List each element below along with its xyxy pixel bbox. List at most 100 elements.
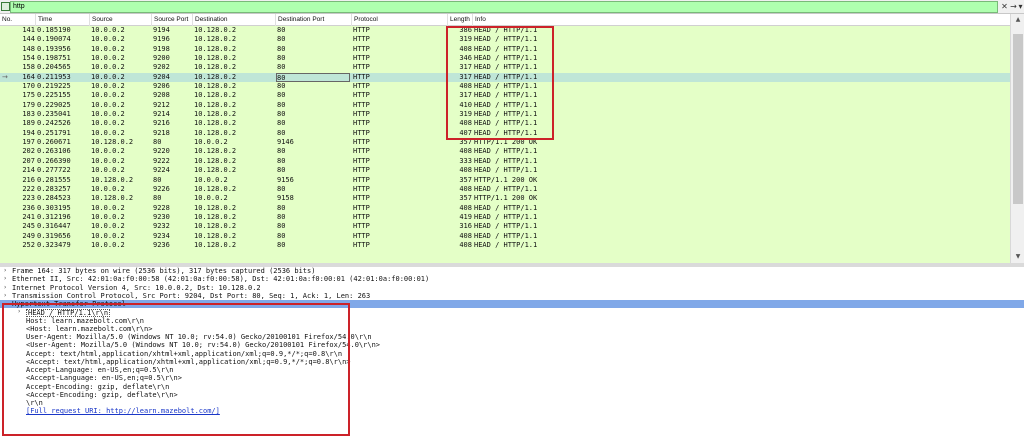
scroll-down-icon[interactable]: ▼: [1011, 251, 1024, 263]
packet-protocol: HTTP: [353, 240, 370, 249]
packet-row[interactable]: 202 0.263106 10.0.0.2 9220 10.128.0.2 80 HTTP 4…: [0, 147, 1010, 156]
detail-row[interactable]: Accept-Encoding: gzip, deflate\r\n: [0, 383, 1024, 391]
packet-row[interactable]: 252 0.323479 10.0.0.2 9236 10.128.0.2 80 HTTP 4…: [0, 241, 1010, 250]
packet-row[interactable]: 170 0.219225 10.0.0.2 9206 10.128.0.2 80 HTTP 4…: [0, 82, 1010, 91]
packet-protocol: HTTP: [353, 26, 370, 34]
packet-row[interactable]: 241 0.312196 10.0.0.2 9230 10.128.0.2 80 HTTP 4…: [0, 213, 1010, 222]
packet-info: HTTP/1.1 200 OK: [474, 175, 538, 184]
packet-source: 10.0.0.2: [91, 35, 125, 44]
expand-arrow-icon[interactable]: ›: [4, 275, 6, 283]
packet-list[interactable]: No. Time Source Source Port Destination …: [0, 14, 1010, 263]
column-header-protocol[interactable]: Protocol: [352, 14, 448, 26]
packet-destination-port: 80: [277, 222, 286, 231]
detail-row[interactable]: <Host: learn.mazebolt.com\r\n>: [0, 325, 1024, 333]
packet-source-port: 9234: [153, 231, 170, 240]
packet-row[interactable]: 223 0.284523 10.128.0.2 80 10.0.0.2 9158 HTTP 3…: [0, 194, 1010, 203]
column-header-no[interactable]: No.: [0, 14, 36, 26]
packet-source-port: 9216: [153, 119, 170, 128]
packet-source-port: 9202: [153, 63, 170, 72]
packet-details-pane[interactable]: › Frame 164: 317 bytes on wire (2536 bits…: [0, 267, 1024, 437]
clear-filter-icon[interactable]: ✕: [1000, 2, 1009, 12]
detail-row[interactable]: › Internet Protocol Version 4, Src: 10.0.…: [0, 284, 1024, 292]
packet-row-selected[interactable]: → 164 0.211953 10.0.0.2 9204 10.128.0.2 80 HTTP…: [0, 72, 1010, 83]
packet-time: 0.235041: [37, 110, 71, 119]
scroll-thumb[interactable]: [1013, 34, 1023, 204]
detail-row[interactable]: Host: learn.mazebolt.com\r\n: [0, 317, 1024, 325]
display-filter-input[interactable]: http: [10, 1, 998, 13]
packet-row[interactable]: 175 0.225155 10.0.0.2 9208 10.128.0.2 80 HTTP 3…: [0, 91, 1010, 100]
detail-row[interactable]: <User-Agent: Mozilla/5.0 (Windows NT 10.…: [0, 341, 1024, 349]
column-header-info[interactable]: Info: [473, 14, 1010, 26]
expand-arrow-icon[interactable]: ›: [18, 308, 20, 316]
detail-row[interactable]: \r\n: [0, 399, 1024, 407]
packet-protocol: HTTP: [353, 44, 370, 53]
packet-row[interactable]: 148 0.193956 10.0.0.2 9198 10.128.0.2 80 HTTP 4…: [0, 45, 1010, 54]
packet-length: 317: [459, 63, 472, 72]
packet-no: 194: [22, 128, 35, 137]
packet-row[interactable]: 183 0.235041 10.0.0.2 9214 10.128.0.2 80 HTTP 3…: [0, 110, 1010, 119]
column-header-destination[interactable]: Destination: [193, 14, 276, 26]
packet-row[interactable]: 144 0.190074 10.0.0.2 9196 10.128.0.2 80 HTTP 3…: [0, 35, 1010, 44]
packet-destination: 10.128.0.2: [194, 110, 237, 119]
detail-row[interactable]: [Full request URI: http://learn.mazebolt…: [0, 407, 1024, 415]
packet-no: 207: [22, 156, 35, 165]
expand-arrow-icon[interactable]: ›: [4, 292, 6, 300]
detail-row-http-selected[interactable]: ⌄ Hypertext Transfer Protocol: [0, 300, 1024, 309]
packet-row[interactable]: 214 0.277722 10.0.0.2 9224 10.128.0.2 80 HTTP 4…: [0, 166, 1010, 175]
packet-time: 0.193956: [37, 44, 71, 53]
packet-row[interactable]: 194 0.251791 10.0.0.2 9218 10.128.0.2 80 HTTP 4…: [0, 129, 1010, 138]
packet-row[interactable]: 154 0.198751 10.0.0.2 9200 10.128.0.2 80 HTTP 3…: [0, 54, 1010, 63]
detail-row[interactable]: › HEAD / HTTP/1.1\r\n: [0, 308, 1024, 318]
packet-row[interactable]: 236 0.303195 10.0.0.2 9228 10.128.0.2 80 HTTP 4…: [0, 204, 1010, 213]
column-header-length[interactable]: Length: [448, 14, 473, 26]
collapse-arrow-icon[interactable]: ⌄: [4, 300, 9, 308]
packet-destination-port: 80: [277, 63, 286, 72]
packet-destination: 10.128.0.2: [194, 91, 237, 100]
packet-row[interactable]: 179 0.229025 10.0.0.2 9212 10.128.0.2 80 HTTP 4…: [0, 101, 1010, 110]
packet-source-port: 9212: [153, 100, 170, 109]
column-header-source-port[interactable]: Source Port: [152, 14, 193, 26]
packet-destination-port: 80: [277, 54, 286, 63]
scroll-up-icon[interactable]: ▲: [1011, 14, 1024, 26]
packet-row[interactable]: 249 0.319656 10.0.0.2 9234 10.128.0.2 80 HTTP 4…: [0, 232, 1010, 241]
packet-info: HEAD / HTTP/1.1: [474, 212, 538, 221]
packet-row[interactable]: 222 0.283257 10.0.0.2 9226 10.128.0.2 80 HTTP 4…: [0, 185, 1010, 194]
detail-row[interactable]: › Frame 164: 317 bytes on wire (2536 bits…: [0, 267, 1024, 275]
packet-protocol: HTTP: [353, 35, 370, 44]
packet-length: 407: [459, 128, 472, 137]
full-request-uri-link[interactable]: [Full request URI: http://learn.mazebolt…: [26, 407, 220, 415]
filter-dropdown-icon[interactable]: ▾: [1016, 2, 1024, 12]
packet-protocol: HTTP: [353, 110, 370, 119]
column-header-destination-port[interactable]: Destination Port: [276, 14, 352, 26]
packet-destination-port: 9158: [277, 194, 294, 203]
detail-row[interactable]: Accept: text/html,application/xhtml+xml,…: [0, 350, 1024, 358]
packet-row[interactable]: 141 0.185190 10.0.0.2 9194 10.128.0.2 80 HTTP 3…: [0, 26, 1010, 35]
detail-row[interactable]: <Accept-Encoding: gzip, deflate\r\n>: [0, 391, 1024, 399]
packet-row[interactable]: 216 0.281555 10.128.0.2 80 10.0.0.2 9156 HTTP 3…: [0, 176, 1010, 185]
packet-row[interactable]: 207 0.266390 10.0.0.2 9222 10.128.0.2 80 HTTP 3…: [0, 157, 1010, 166]
packet-row[interactable]: 158 0.204565 10.0.0.2 9202 10.128.0.2 80 HTTP 3…: [0, 63, 1010, 72]
expand-arrow-icon[interactable]: ›: [4, 267, 6, 275]
packet-list-scrollbar[interactable]: ▲ ▼: [1010, 14, 1024, 263]
column-header-time[interactable]: Time: [36, 14, 90, 26]
detail-row[interactable]: › Transmission Control Protocol, Src Port…: [0, 292, 1024, 300]
packet-source-port: 9194: [153, 26, 170, 34]
detail-row[interactable]: Accept-Language: en-US,en;q=0.5\r\n: [0, 366, 1024, 374]
packet-no: 236: [22, 203, 35, 212]
detail-row[interactable]: <Accept: text/html,application/xhtml+xml…: [0, 358, 1024, 366]
bookmark-icon[interactable]: [1, 2, 10, 11]
detail-row[interactable]: User-Agent: Mozilla/5.0 (Windows NT 10.0…: [0, 333, 1024, 341]
packet-destination: 10.128.0.2: [194, 82, 237, 91]
expand-arrow-icon[interactable]: ›: [4, 284, 6, 292]
packet-row[interactable]: 245 0.316447 10.0.0.2 9232 10.128.0.2 80 HTTP 3…: [0, 222, 1010, 231]
packet-row[interactable]: 189 0.242526 10.0.0.2 9216 10.128.0.2 80 HTTP 4…: [0, 119, 1010, 128]
packet-time: 0.263106: [37, 147, 71, 156]
column-header-source[interactable]: Source: [90, 14, 152, 26]
detail-row[interactable]: › Ethernet II, Src: 42:01:0a:f0:00:58 (42…: [0, 275, 1024, 283]
packet-row[interactable]: 197 0.260671 10.128.0.2 80 10.0.0.2 9146 HTTP 3…: [0, 138, 1010, 147]
detail-text: <Accept-Language: en-US,en;q=0.5\r\n>: [26, 374, 182, 383]
packet-destination: 10.128.0.2: [194, 156, 237, 165]
packet-source: 10.0.0.2: [91, 222, 125, 231]
packet-info: HEAD / HTTP/1.1: [474, 100, 538, 109]
detail-row[interactable]: <Accept-Language: en-US,en;q=0.5\r\n>: [0, 374, 1024, 382]
